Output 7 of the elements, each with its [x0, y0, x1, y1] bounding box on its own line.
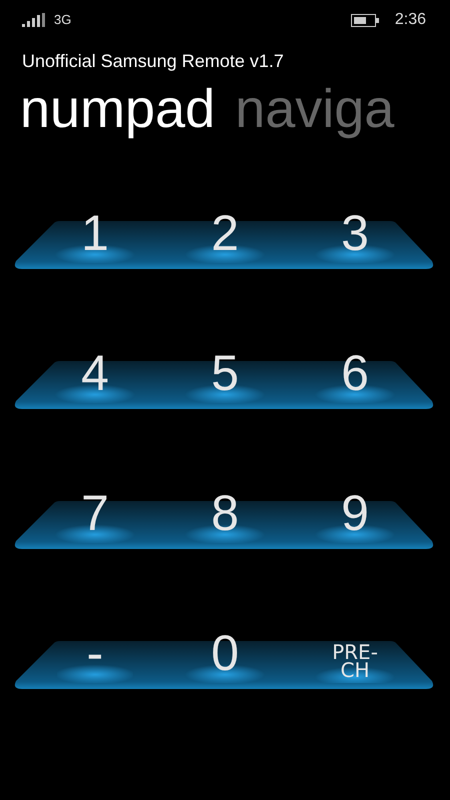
- clock-time: 2:36: [394, 10, 426, 30]
- network-type: 3G: [54, 11, 72, 30]
- app-title: Unofficial Samsung Remote v1.7: [21, 50, 285, 73]
- signal-icon: [22, 13, 46, 27]
- pivot-header[interactable]: naviga: [235, 77, 394, 141]
- pivot-header[interactable]: numpad: [20, 77, 216, 141]
- battery-icon: [350, 14, 379, 26]
